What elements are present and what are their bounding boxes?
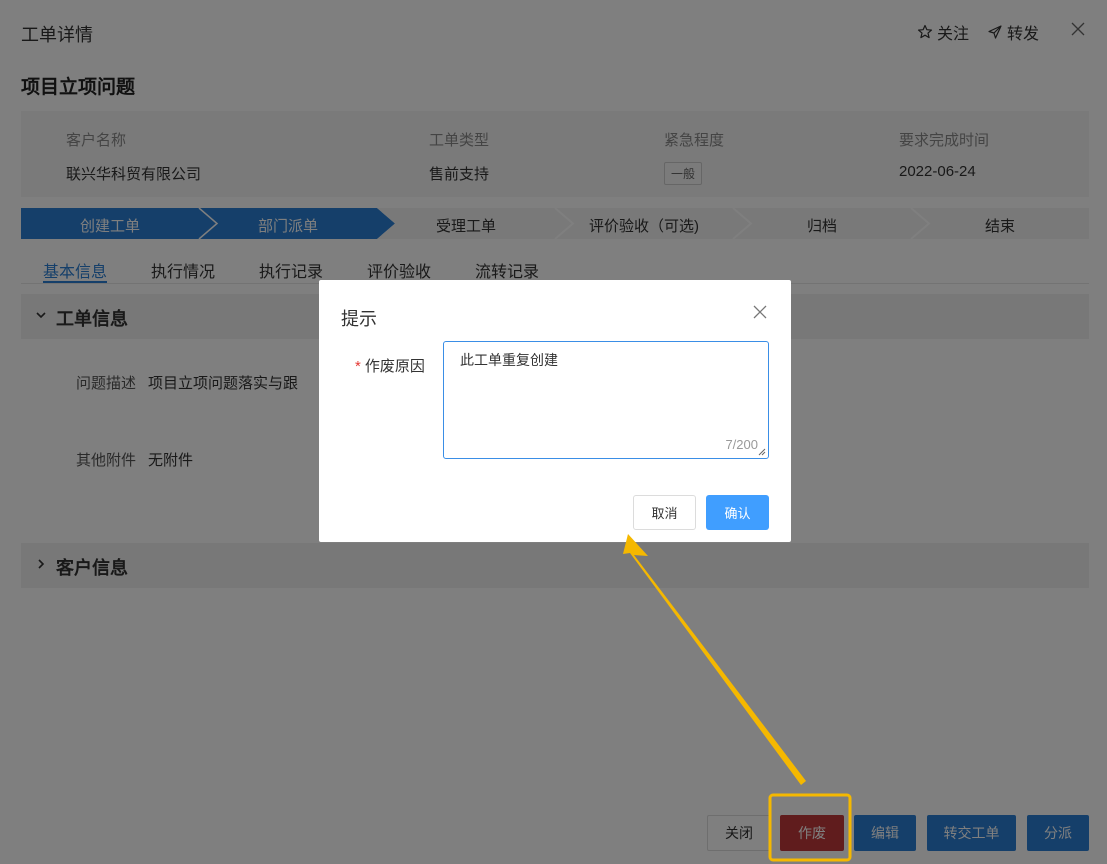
void-reason-textarea[interactable]: 此工单重复创建 7/200: [443, 341, 769, 459]
close-icon[interactable]: [753, 305, 767, 319]
char-counter: 7/200: [725, 437, 758, 452]
required-asterisk: *: [355, 358, 361, 375]
void-reason-label-text: 作废原因: [364, 358, 425, 375]
resize-handle-icon[interactable]: [758, 448, 766, 456]
cancel-button[interactable]: 取消: [633, 495, 696, 530]
void-reason-label: * 作废原因: [355, 355, 425, 376]
textarea-value: 此工单重复创建: [460, 352, 558, 368]
confirm-button[interactable]: 确认: [706, 495, 769, 530]
dialog-title: 提示: [341, 309, 377, 329]
void-reason-dialog: 提示 * 作废原因 此工单重复创建 7/200 取消 确认: [319, 280, 791, 542]
